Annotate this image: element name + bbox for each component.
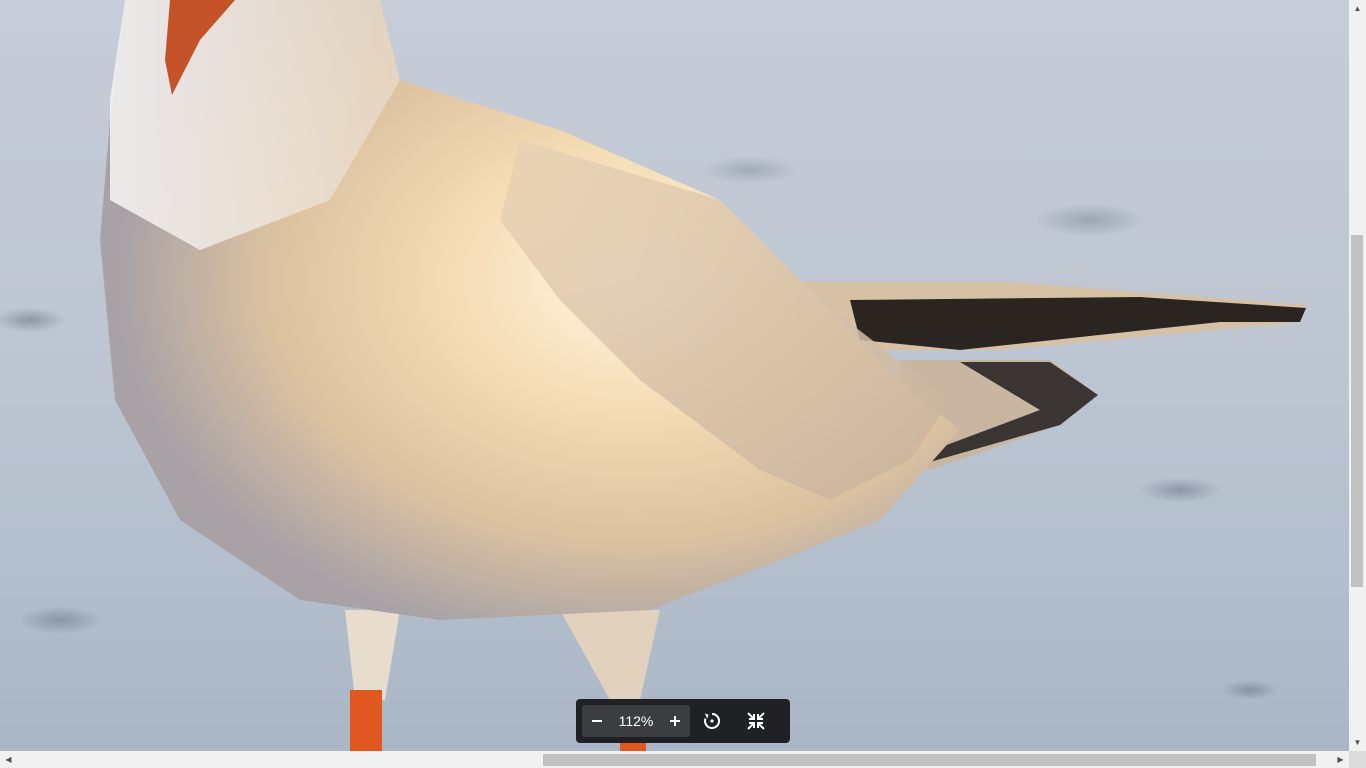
vertical-scrollbar[interactable]: ▲ ▼ (1349, 0, 1366, 751)
rotate-button[interactable] (690, 705, 734, 737)
zoom-control-group: 112% (582, 705, 690, 737)
plus-icon (670, 716, 680, 726)
rotate-icon (704, 712, 721, 729)
zoom-level-value: 112% (618, 713, 654, 729)
minus-icon (592, 720, 602, 722)
shrink-to-fit-icon (747, 712, 765, 730)
scroll-down-arrow-icon[interactable]: ▼ (1349, 734, 1366, 751)
image-viewport[interactable] (0, 0, 1349, 751)
zoom-in-button[interactable] (660, 705, 690, 737)
gull-photo (100, 0, 1306, 751)
leg-right-upper (560, 610, 660, 700)
horizontal-scrollbar[interactable]: ◀ ▶ (0, 751, 1349, 768)
horizontal-scroll-thumb[interactable] (543, 754, 1316, 766)
zoom-toolbar: 112% (576, 699, 790, 743)
scroll-left-arrow-icon[interactable]: ◀ (0, 751, 17, 768)
fit-to-window-button[interactable] (734, 705, 778, 737)
scroll-right-arrow-icon[interactable]: ▶ (1332, 751, 1349, 768)
vertical-scroll-thumb[interactable] (1351, 235, 1363, 587)
scroll-up-arrow-icon[interactable]: ▲ (1349, 0, 1366, 17)
leg-left-orange (350, 690, 382, 751)
zoom-out-button[interactable] (582, 705, 612, 737)
leg-left-upper (345, 610, 400, 700)
scrollbar-corner (1349, 751, 1366, 768)
